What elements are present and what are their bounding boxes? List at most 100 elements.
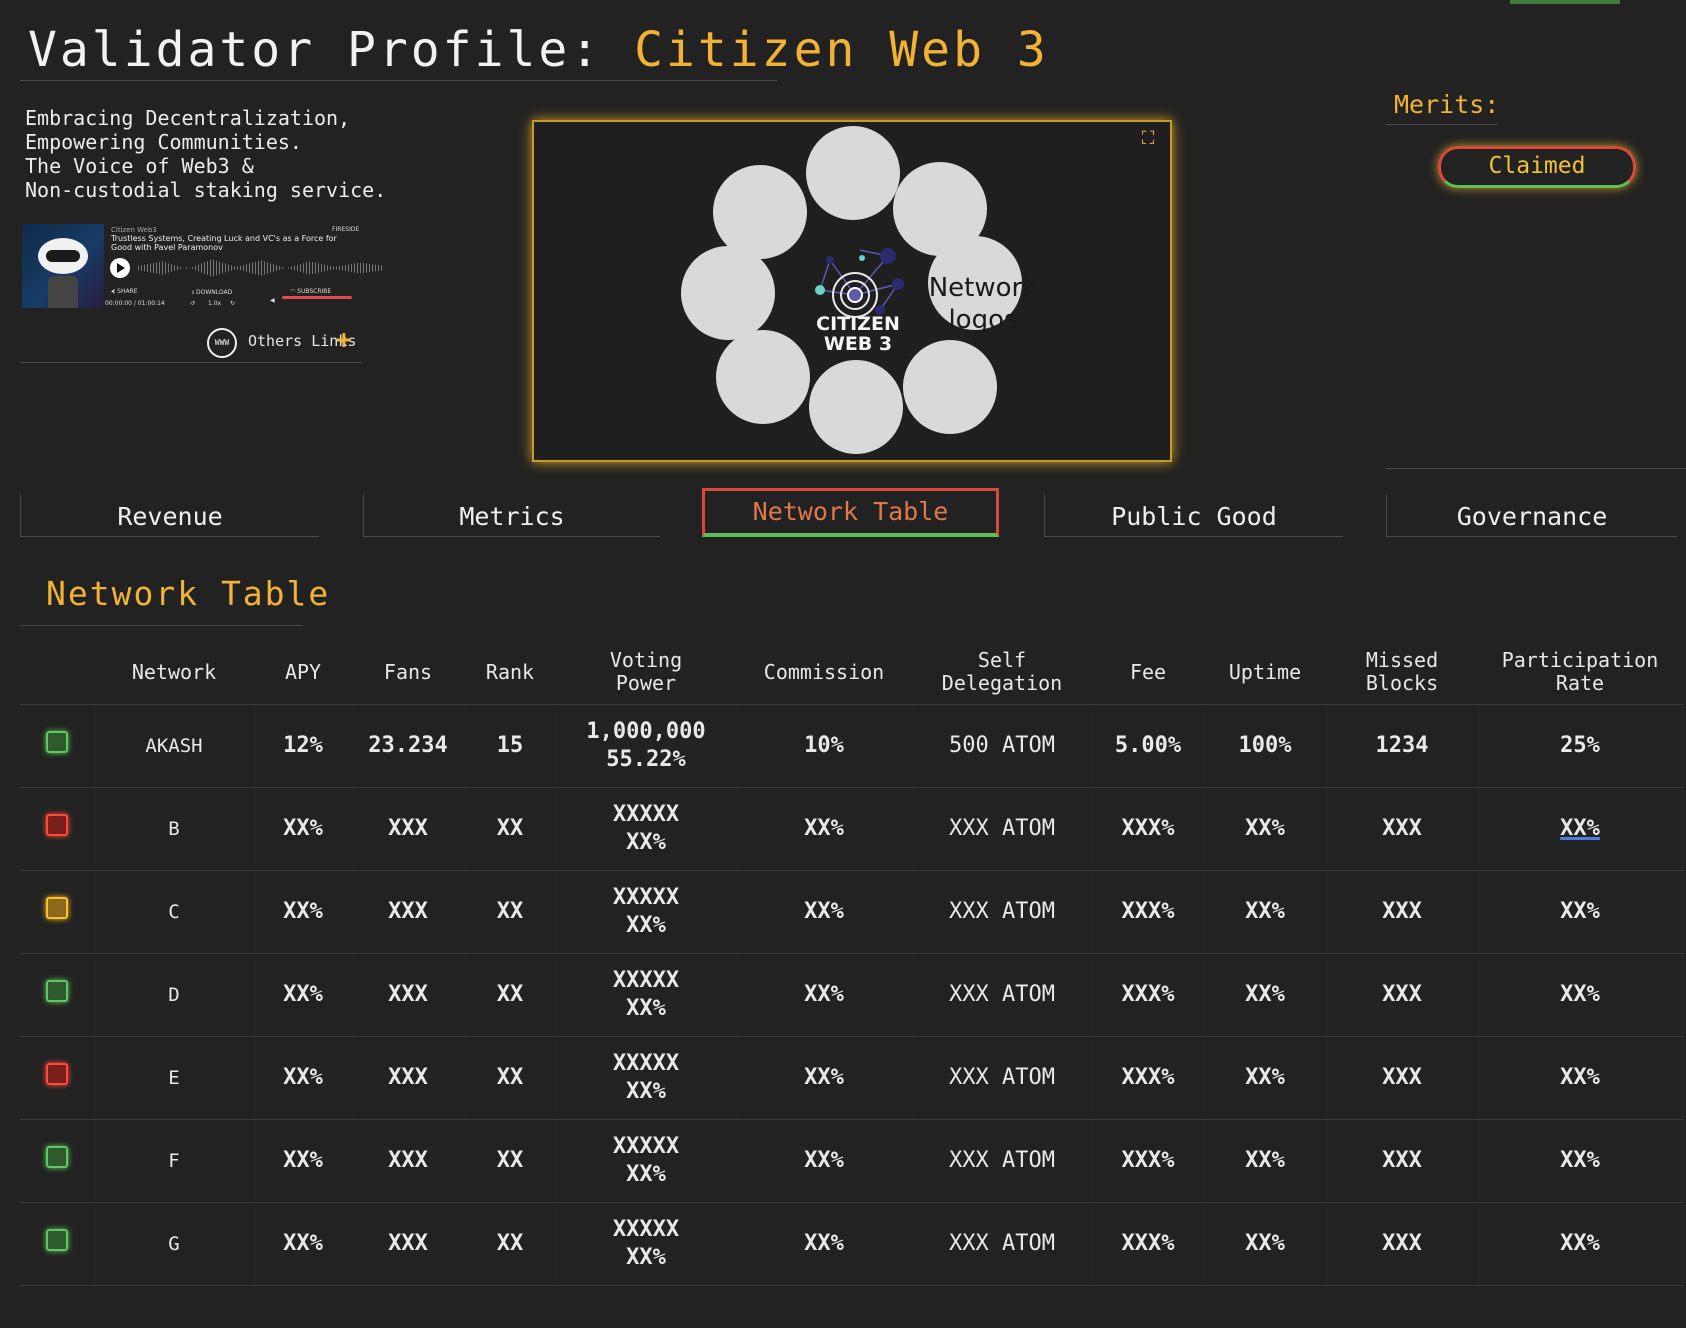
status-cell xyxy=(20,1202,95,1286)
tab-network-table[interactable]: Network Table xyxy=(702,488,999,537)
participation-value: XX% xyxy=(1560,982,1600,1007)
network-name[interactable]: C xyxy=(94,870,255,954)
header-missed-blocks[interactable]: Missed Blocks xyxy=(1326,640,1478,705)
playback-speed[interactable]: 1.0x xyxy=(208,300,221,307)
self-value: XXX ATOM xyxy=(949,816,1055,841)
missed-value: XXX xyxy=(1382,982,1422,1007)
header-uptime[interactable]: Uptime xyxy=(1204,640,1326,705)
status-cell xyxy=(20,787,95,871)
network-name[interactable]: B xyxy=(94,787,255,871)
top-edge-accent xyxy=(1510,0,1620,4)
tab-public-good[interactable]: Public Good xyxy=(1044,494,1343,537)
missed-value: XXX xyxy=(1382,1148,1422,1173)
status-indicator xyxy=(45,1063,68,1085)
rank-value: XX xyxy=(496,982,524,1007)
section-divider xyxy=(20,625,303,626)
page-title: Validator Profile: Citizen Web 3 xyxy=(28,22,1049,78)
table-row[interactable]: D XX% XXX XX XXXXX XX% XX% XXX ATOM XXX% XX% XXX XX… xyxy=(20,953,1683,1037)
missed-cell: 1234 xyxy=(1326,704,1479,788)
share-button[interactable]: ⮜ SHARE xyxy=(111,288,138,296)
table-header-row: Network APY Fans Rank Voting Power Commis… xyxy=(20,640,1682,705)
fee-value: XXX% xyxy=(1121,899,1175,924)
network-name[interactable]: AKASH xyxy=(94,704,255,788)
volume-icon[interactable]: ◀ xyxy=(270,297,275,304)
tab-governance[interactable]: Governance xyxy=(1386,494,1677,537)
missed-cell: XXX xyxy=(1326,787,1479,871)
tab-metrics[interactable]: Metrics xyxy=(363,494,660,537)
status-indicator xyxy=(45,814,68,836)
fans-value: XXX xyxy=(388,1065,428,1090)
table-row[interactable]: F XX% XXX XX XXXXX XX% XX% XXX ATOM XXX% XX% XXX XX… xyxy=(20,1119,1683,1203)
fans-value: XXX xyxy=(388,982,428,1007)
header-fee[interactable]: Fee xyxy=(1092,640,1204,705)
network-name[interactable]: F xyxy=(94,1119,255,1203)
audio-waveform[interactable] xyxy=(138,259,384,277)
download-button[interactable]: ⭳ DOWNLOAD xyxy=(192,288,232,298)
rank-cell: XX xyxy=(464,1119,557,1203)
claimed-badge[interactable]: Claimed xyxy=(1438,146,1636,188)
commission-value: XX% xyxy=(804,1231,844,1256)
table-row[interactable]: AKASH 12% 23.234 15 1,000,000 55.22% 10% 500 AT… xyxy=(20,704,1683,788)
header-text: Blocks xyxy=(1365,671,1439,695)
self-value: XXX ATOM xyxy=(949,1148,1055,1173)
globe-icon[interactable]: WWW xyxy=(207,328,237,358)
title-prefix: Validator Profile: xyxy=(28,22,603,78)
tab-revenue[interactable]: Revenue xyxy=(20,494,319,537)
apy-cell: 12% xyxy=(254,704,353,788)
fee-cell: XXX% xyxy=(1092,1036,1205,1120)
header-voting-power[interactable]: Voting Power xyxy=(556,640,736,705)
participation-value: 25% xyxy=(1560,733,1600,758)
fee-value: XXX% xyxy=(1121,1065,1175,1090)
participation-value[interactable]: XX% xyxy=(1560,816,1600,841)
header-fans[interactable]: Fans xyxy=(352,640,464,705)
table-row[interactable]: E XX% XXX XX XXXXX XX% XX% XXX ATOM XXX% XX% XXX XX… xyxy=(20,1036,1683,1120)
table-row[interactable]: B XX% XXX XX XXXXX XX% XX% XXX ATOM XXX% XX% XXX XX… xyxy=(20,787,1683,871)
voting-power-amount: XXXXX xyxy=(612,968,680,993)
apy-cell: XX% xyxy=(254,870,353,954)
fee-cell: XXX% xyxy=(1092,787,1205,871)
header-participation-rate[interactable]: Participation Rate xyxy=(1478,640,1682,705)
header-text: Rate xyxy=(1555,671,1605,695)
participation-cell: XX% xyxy=(1478,1119,1683,1203)
robot-visor xyxy=(46,250,80,262)
play-button[interactable] xyxy=(110,258,130,278)
volume-slider[interactable] xyxy=(282,296,352,299)
apy-cell: XX% xyxy=(254,787,353,871)
apy-cell: XX% xyxy=(254,953,353,1037)
uptime-cell: XX% xyxy=(1204,953,1327,1037)
uptime-value: XX% xyxy=(1245,899,1285,924)
voting-power-amount: 1,000,000 xyxy=(586,719,706,744)
commission-value: XX% xyxy=(804,1065,844,1090)
network-name[interactable]: E xyxy=(94,1036,255,1120)
header-commission[interactable]: Commission xyxy=(736,640,912,705)
network-name[interactable]: D xyxy=(94,953,255,1037)
header-self-delegation[interactable]: Self Delegation xyxy=(912,640,1092,705)
voting-power-percent: XX% xyxy=(626,913,666,938)
header-network[interactable]: Network xyxy=(94,640,254,705)
table-row[interactable]: G XX% XXX XX XXXXX XX% XX% XXX ATOM XXX% XX% XXX XX… xyxy=(20,1202,1683,1286)
podcast-brand: FIRESIDE xyxy=(332,226,360,233)
plus-icon[interactable]: + xyxy=(336,326,352,354)
title-divider xyxy=(20,80,777,81)
subscribe-button[interactable]: ◠ SUBSCRIBE xyxy=(290,288,331,295)
missed-value: XXX xyxy=(1382,1065,1422,1090)
voting-power-percent: XX% xyxy=(626,830,666,855)
tagline-line: The Voice of Web3 & xyxy=(25,154,254,178)
self-value: XXX ATOM xyxy=(949,1231,1055,1256)
rewind-icon[interactable]: ↺ xyxy=(190,300,195,307)
network-name[interactable]: G xyxy=(94,1202,255,1286)
participation-cell: XX% xyxy=(1478,1202,1683,1286)
table-row[interactable]: C XX% XXX XX XXXXX XX% XX% XXX ATOM XXX% XX% XXX XX… xyxy=(20,870,1683,954)
rank-cell: 15 xyxy=(464,704,557,788)
tagline-line: Non-custodial staking service. xyxy=(25,178,387,202)
header-rank[interactable]: Rank xyxy=(464,640,556,705)
forward-icon[interactable]: ↻ xyxy=(230,300,235,307)
fee-cell: XXX% xyxy=(1092,870,1205,954)
expand-icon[interactable]: ⛶ xyxy=(1137,128,1159,150)
apy-value: XX% xyxy=(283,1231,323,1256)
apy-value: 12% xyxy=(283,733,323,758)
missed-cell: XXX xyxy=(1326,1202,1479,1286)
fee-value: XXX% xyxy=(1121,1148,1175,1173)
header-apy[interactable]: APY xyxy=(254,640,352,705)
self-value: XXX ATOM xyxy=(949,1065,1055,1090)
